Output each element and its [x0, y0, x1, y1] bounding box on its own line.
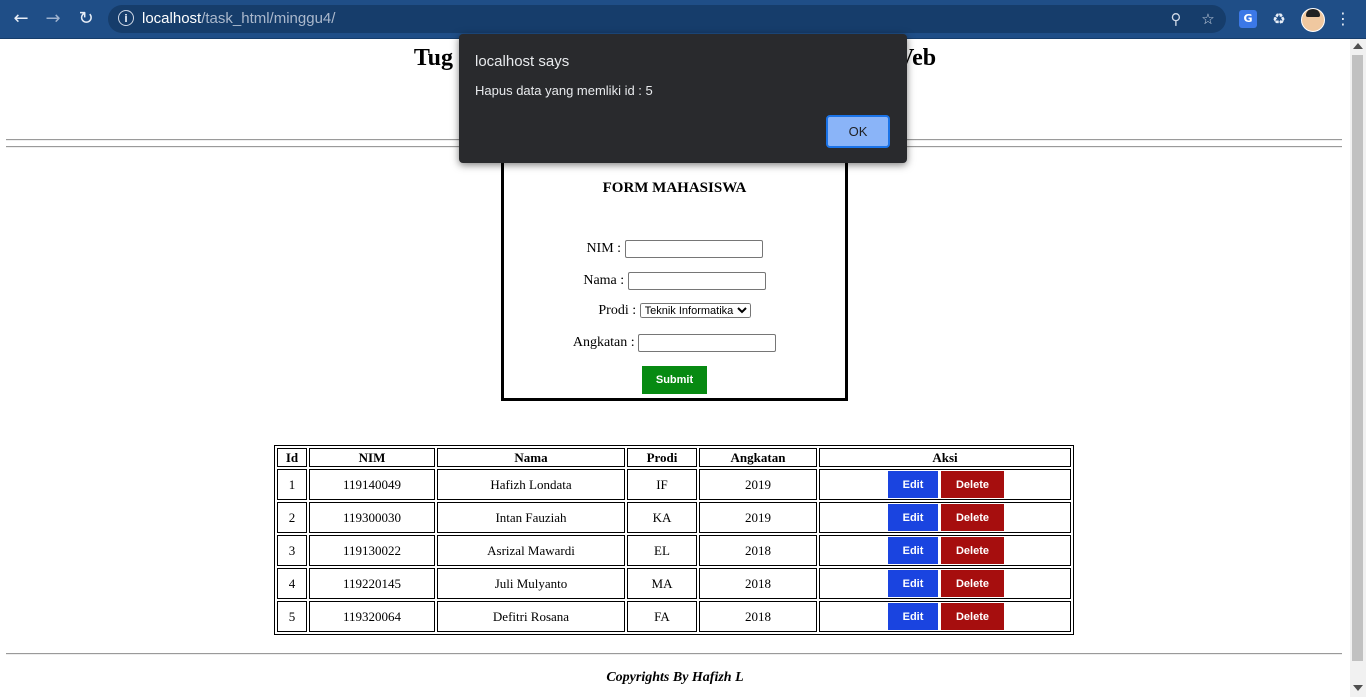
nama-label: Nama : — [583, 273, 625, 289]
info-icon[interactable]: i — [118, 10, 134, 26]
url-text[interactable]: localhost/task_html/minggu4/ — [142, 10, 335, 27]
cell-prodi: MA — [627, 568, 697, 599]
edit-button[interactable]: Edit — [888, 570, 938, 597]
col-header-aksi: Aksi — [819, 448, 1071, 467]
delete-button[interactable]: Delete — [941, 570, 1004, 597]
profile-avatar[interactable] — [1301, 8, 1325, 32]
edit-button[interactable]: Edit — [888, 504, 938, 531]
table-row: 1 119140049 Hafizh Londata IF 2019 Edit D… — [277, 469, 1071, 500]
cell-aksi: Edit Delete — [819, 469, 1071, 500]
nim-row: NIM : — [504, 240, 845, 258]
dialog-message: Hapus data yang memliki id : 5 — [475, 83, 653, 98]
nim-label: NIM : — [586, 241, 622, 257]
cell-id: 5 — [277, 601, 307, 632]
cell-prodi: IF — [627, 469, 697, 500]
cell-nama: Intan Fauziah — [437, 502, 625, 533]
table-row: 3 119130022 Asrizal Mawardi EL 2018 Edit… — [277, 535, 1071, 566]
col-header-nim: NIM — [309, 448, 435, 467]
cell-aksi: Edit Delete — [819, 502, 1071, 533]
scroll-thumb[interactable] — [1352, 55, 1363, 661]
back-arrow-icon[interactable]: ← — [9, 8, 33, 30]
cell-nim: 119140049 — [309, 469, 435, 500]
forward-arrow-icon[interactable]: → — [41, 8, 65, 30]
address-bar[interactable]: i localhost/task_html/minggu4/ ⚲ ☆ — [108, 5, 1226, 33]
star-icon[interactable]: ☆ — [1198, 9, 1218, 29]
col-header-id: Id — [277, 448, 307, 467]
vertical-scrollbar[interactable] — [1350, 39, 1366, 697]
prodi-select[interactable]: Teknik Informatika — [639, 303, 751, 319]
table-row: 2 119300030 Intan Fauziah KA 2019 Edit De… — [277, 502, 1071, 533]
cell-prodi: KA — [627, 502, 697, 533]
delete-button[interactable]: Delete — [941, 603, 1004, 630]
cell-nim: 119220145 — [309, 568, 435, 599]
footer-divider — [6, 653, 1342, 655]
cell-angkatan: 2018 — [699, 568, 817, 599]
cell-id: 3 — [277, 535, 307, 566]
angkatan-row: Angkatan : — [504, 334, 845, 352]
cell-aksi: Edit Delete — [819, 568, 1071, 599]
cell-prodi: EL — [627, 535, 697, 566]
table-row: 4 119220145 Juli Mulyanto MA 2018 Edit De… — [277, 568, 1071, 599]
table-header-row: Id NIM Nama Prodi Angkatan Aksi — [277, 448, 1071, 467]
kebab-menu-icon[interactable]: ⋮ — [1335, 9, 1351, 29]
url-path: /task_html/minggu4/ — [201, 10, 336, 27]
cell-angkatan: 2019 — [699, 502, 817, 533]
edit-button[interactable]: Edit — [888, 471, 938, 498]
cell-nama: Juli Mulyanto — [437, 568, 625, 599]
alert-dialog: localhost says Hapus data yang memliki i… — [459, 34, 907, 163]
scroll-down-icon[interactable] — [1353, 685, 1363, 691]
url-host: localhost — [142, 10, 202, 27]
col-header-prodi: Prodi — [627, 448, 697, 467]
cell-aksi: Edit Delete — [819, 535, 1071, 566]
cell-angkatan: 2019 — [699, 469, 817, 500]
cell-nim: 119300030 — [309, 502, 435, 533]
cell-id: 1 — [277, 469, 307, 500]
cell-nim: 119130022 — [309, 535, 435, 566]
cell-nim: 119320064 — [309, 601, 435, 632]
dialog-title: localhost says — [475, 53, 570, 70]
cell-aksi: Edit Delete — [819, 601, 1071, 632]
col-header-nama: Nama — [437, 448, 625, 467]
nim-input[interactable] — [624, 240, 763, 258]
translate-icon[interactable]: G — [1239, 10, 1257, 28]
prodi-label: Prodi : — [598, 303, 637, 318]
page-title-left: Tug — [413, 45, 453, 71]
cell-nama: Asrizal Mawardi — [437, 535, 625, 566]
form-title: FORM MAHASISWA — [602, 180, 747, 196]
zoom-icon[interactable]: ⚲ — [1166, 9, 1186, 29]
cell-nama: Defitri Rosana — [437, 601, 625, 632]
delete-button[interactable]: Delete — [941, 504, 1004, 531]
footer-copyright: Copyrights By Hafizh L — [606, 670, 744, 685]
cell-angkatan: 2018 — [699, 535, 817, 566]
mahasiswa-table: Id NIM Nama Prodi Angkatan Aksi 1 119140… — [274, 445, 1074, 635]
angkatan-label: Angkatan : — [572, 335, 635, 351]
delete-button[interactable]: Delete — [941, 471, 1004, 498]
scroll-up-icon[interactable] — [1353, 43, 1363, 49]
puzzle-icon[interactable]: ♻ — [1269, 9, 1289, 29]
prodi-row: Prodi : Teknik Informatika — [504, 303, 845, 319]
table-row: 5 119320064 Defitri Rosana FA 2018 Edit D… — [277, 601, 1071, 632]
cell-id: 4 — [277, 568, 307, 599]
cell-prodi: FA — [627, 601, 697, 632]
nama-row: Nama : — [504, 272, 845, 290]
col-header-angkatan: Angkatan — [699, 448, 817, 467]
form-mahasiswa: FORM MAHASISWA NIM : Nama : Prodi : Tekn… — [501, 155, 848, 401]
cell-nama: Hafizh Londata — [437, 469, 625, 500]
reload-icon[interactable]: ↻ — [74, 8, 98, 30]
ok-button[interactable]: OK — [826, 115, 890, 148]
delete-button[interactable]: Delete — [941, 537, 1004, 564]
submit-button[interactable]: Submit — [642, 366, 707, 394]
edit-button[interactable]: Edit — [888, 603, 938, 630]
edit-button[interactable]: Edit — [888, 537, 938, 564]
cell-id: 2 — [277, 502, 307, 533]
nama-input[interactable] — [627, 272, 766, 290]
cell-angkatan: 2018 — [699, 601, 817, 632]
angkatan-input[interactable] — [638, 334, 777, 352]
